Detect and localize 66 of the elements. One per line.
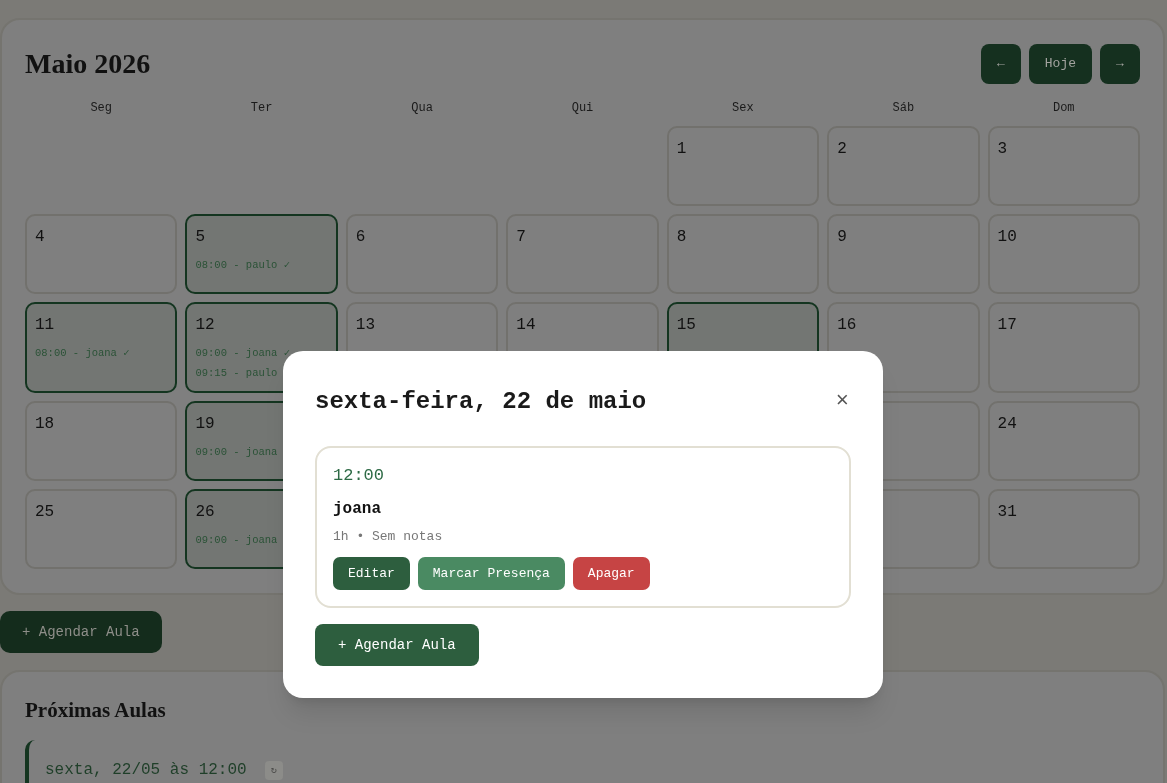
edit-button[interactable]: Editar bbox=[333, 557, 410, 590]
calendar-day-cell[interactable]: 2 bbox=[827, 126, 980, 206]
calendar-day-cell[interactable]: 31 bbox=[987, 489, 1140, 569]
upcoming-lesson-item[interactable]: sexta, 22/05 às 12:00 ↻ bbox=[25, 740, 1140, 783]
calendar-day-cell[interactable]: 5 08:00 - paulo ✓ bbox=[185, 214, 338, 294]
day-number: 3 bbox=[997, 139, 1008, 160]
weekday-label: Qui bbox=[571, 100, 594, 116]
lesson-entry: 08:00 - paulo ✓ bbox=[195, 258, 290, 273]
lesson-datetime: sexta, 22/05 às 12:00 bbox=[45, 760, 247, 781]
calendar-day-cell[interactable]: 17 bbox=[987, 302, 1140, 393]
lesson-entry: 09:00 - joana ✓ bbox=[195, 346, 290, 361]
section-title: Próximas Aulas bbox=[25, 697, 167, 724]
day-number: 2 bbox=[837, 139, 847, 160]
weekday-label: Sáb bbox=[892, 100, 915, 116]
day-number: 12 bbox=[195, 315, 215, 336]
schedule-lesson-button[interactable]: + Agendar Aula bbox=[315, 624, 479, 666]
day-number: 10 bbox=[997, 227, 1017, 248]
recurring-badge: ↻ bbox=[264, 760, 283, 780]
day-number: 19 bbox=[195, 414, 215, 435]
today-button[interactable]: Hoje bbox=[1028, 44, 1092, 84]
delete-button[interactable]: Apagar bbox=[572, 557, 650, 590]
day-number: 13 bbox=[355, 315, 376, 336]
calendar-day-cell[interactable]: 10 bbox=[987, 214, 1140, 294]
calendar-day-cell[interactable]: 8 bbox=[666, 214, 820, 294]
schedule-lesson-button[interactable]: + Agendar Aula bbox=[0, 611, 162, 653]
calendar-day-cell[interactable]: 3 bbox=[987, 126, 1140, 206]
month-title: Maio 2026 bbox=[25, 47, 151, 81]
weekday-label: Ter bbox=[250, 100, 273, 116]
close-button[interactable]: × bbox=[833, 390, 851, 414]
mark-attendance-button[interactable]: Marcar Presença bbox=[417, 557, 565, 590]
day-number: 15 bbox=[676, 315, 696, 336]
day-number: 31 bbox=[997, 502, 1017, 523]
calendar-day-cell[interactable]: 4 bbox=[25, 214, 178, 294]
calendar-day-cell[interactable]: 18 bbox=[25, 401, 178, 481]
day-number: 4 bbox=[35, 227, 45, 248]
lesson-entry: 08:00 - joana ✓ bbox=[35, 346, 130, 361]
day-number: 25 bbox=[35, 502, 55, 523]
calendar-day-cell[interactable]: 6 bbox=[345, 214, 499, 294]
calendar-day-cell[interactable]: 9 bbox=[827, 214, 980, 294]
lesson-entry: 09:00 - joana bbox=[195, 533, 278, 548]
day-number: 7 bbox=[516, 227, 526, 248]
weekday-label: Dom bbox=[1052, 100, 1075, 116]
day-number: 24 bbox=[997, 414, 1017, 435]
day-number: 18 bbox=[35, 414, 55, 435]
next-month-button[interactable]: → bbox=[1100, 44, 1140, 84]
day-number: 6 bbox=[355, 227, 366, 248]
calendar-day-cell[interactable]: 25 bbox=[25, 489, 178, 569]
calendar-day-cell[interactable]: 24 bbox=[987, 401, 1140, 481]
day-number: 5 bbox=[195, 227, 206, 248]
weekday-label: Sex bbox=[732, 100, 754, 116]
day-number: 8 bbox=[676, 227, 687, 248]
previous-month-button[interactable]: ← bbox=[980, 44, 1021, 84]
weekday-label: Qua bbox=[411, 100, 433, 116]
calendar-day-cell[interactable]: 7 bbox=[506, 214, 659, 294]
calendar-day-cell[interactable]: 11 08:00 - joana ✓ bbox=[25, 302, 178, 393]
day-number: 26 bbox=[195, 502, 215, 523]
day-number: 17 bbox=[997, 315, 1017, 336]
weekday-label: Seg bbox=[90, 100, 112, 116]
calendar-day-cell[interactable]: 1 bbox=[666, 126, 820, 206]
day-number: 9 bbox=[837, 227, 847, 248]
day-number: 11 bbox=[35, 315, 55, 336]
day-number: 1 bbox=[676, 139, 687, 160]
day-number: 16 bbox=[837, 315, 857, 336]
lesson-entry: 09:15 - paulo bbox=[195, 366, 278, 381]
day-number: 14 bbox=[516, 315, 536, 336]
lesson-entry: 09:00 - joana bbox=[195, 445, 278, 460]
